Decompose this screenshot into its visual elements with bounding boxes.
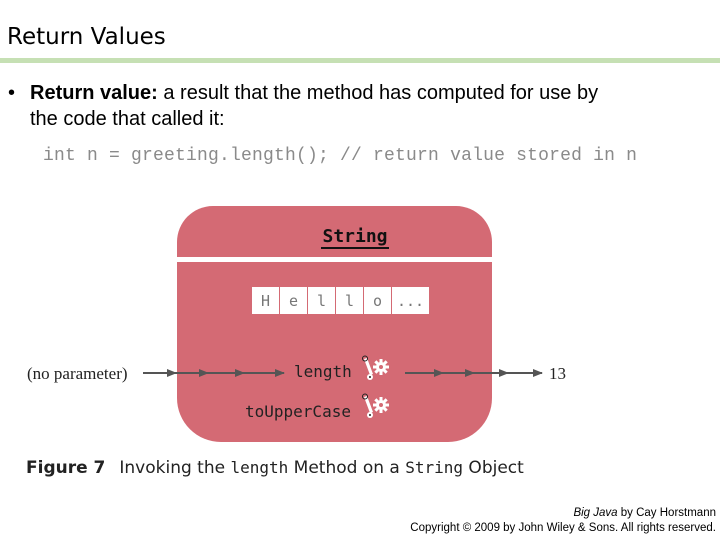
copyright-notice: Copyright © 2009 by John Wiley & Sons. A… — [410, 522, 716, 534]
method-length: length — [294, 362, 352, 381]
method-touppercase: toUpperCase — [245, 402, 351, 421]
char-cell: H — [252, 287, 279, 314]
character-cells: H e l l o ... — [252, 287, 429, 314]
bullet-text-line2: the code that called it: — [30, 108, 225, 130]
code-example: int n = greeting.length(); // return val… — [43, 146, 638, 166]
bullet-text-line1: Return value: a result that the method h… — [30, 80, 598, 106]
char-cell: l — [308, 287, 335, 314]
char-cell: e — [280, 287, 307, 314]
bullet-term: Return value: — [30, 82, 158, 104]
caption-text: Invoking the — [119, 458, 231, 478]
figure-number: Figure 7 — [26, 458, 106, 478]
char-cell: o — [364, 287, 391, 314]
object-divider — [177, 257, 492, 262]
slide-title: Return Values — [7, 24, 166, 50]
input-label: (no parameter) — [27, 364, 128, 383]
copyright-footer: Big Java by Cay Horstmann Copyright © 20… — [410, 506, 716, 536]
char-cell: l — [336, 287, 363, 314]
title-underline-rule — [0, 58, 720, 63]
bullet-marker: • — [8, 82, 16, 104]
book-credit: Big Java by Cay Horstmann — [410, 506, 716, 521]
caption-text: Object — [463, 458, 524, 478]
gear-lever-icon — [362, 355, 389, 380]
output-value: 13 — [549, 364, 566, 383]
caption-text: Method on a — [288, 458, 406, 478]
caption-code: String — [405, 458, 464, 477]
class-name-label: String — [321, 226, 389, 249]
char-cell-ellipsis: ... — [392, 287, 429, 314]
caption-code: length — [230, 458, 289, 477]
book-title: Big Java — [573, 507, 618, 519]
figure-caption: Figure 7 Invoking the length Method on a … — [26, 458, 524, 478]
book-author: by Cay Horstmann — [617, 507, 716, 519]
gear-lever-icon — [362, 393, 389, 418]
bullet-definition: a result that the method has computed fo… — [157, 82, 599, 104]
